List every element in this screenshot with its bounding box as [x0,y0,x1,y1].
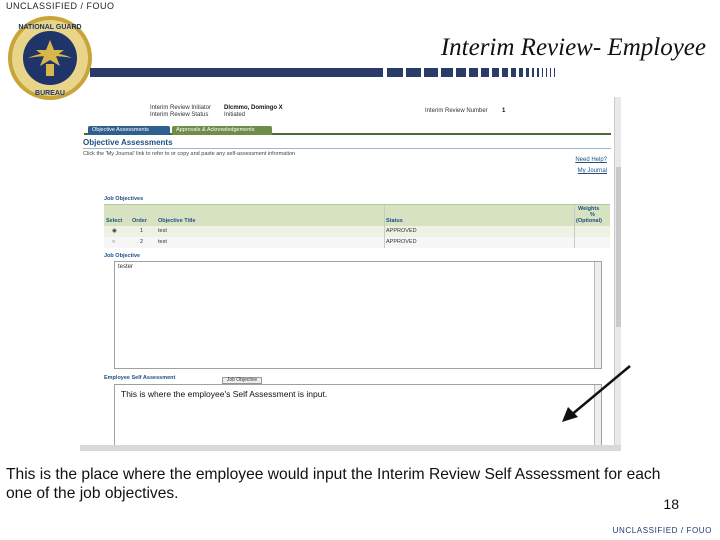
job-objective-label: Job Objective [104,253,141,259]
section-description: Click the 'My Journal' link to refer to … [83,151,296,157]
tab-objective-assessments[interactable]: Objective Assessments [88,126,170,135]
title-cell: test [158,239,167,245]
column-header-order: Order [132,218,147,224]
status-label: Interim Review Status [150,112,209,118]
column-header-status: Status [386,218,403,224]
page-number: 18 [663,496,679,512]
table-row[interactable]: ○ 2 test APPROVED [104,237,610,248]
radio-unselected-icon[interactable]: ○ [112,239,115,245]
initiator-value: Dlcmmo, Domingo X [224,105,283,111]
column-header-weights-optional: (Optional) [576,218,602,224]
job-objective-button[interactable]: Job Objective [222,377,262,384]
title-cell: test [158,228,167,234]
tab-bar: Objective Assessments Approvals & Acknow… [84,126,611,135]
review-number-label: Interim Review Number [425,108,488,114]
need-help-link[interactable]: Need Help? [575,157,607,163]
table-row[interactable]: ◉ 1 test APPROVED [104,226,610,237]
job-objectives-table: Select Order Objective Title Status Weig… [104,204,610,248]
my-journal-link[interactable]: My Journal [578,168,607,174]
review-number-value: 1 [502,108,506,114]
job-objective-textarea[interactable]: tester [114,261,602,369]
title-band [90,68,720,77]
status-cell: APPROVED [386,239,417,245]
order-cell: 1 [140,228,144,234]
textarea-scrollbar[interactable] [594,262,601,368]
svg-text:BUREAU: BUREAU [35,90,65,97]
self-assessment-text: This is where the employee's Self Assess… [121,389,328,399]
slide-title: Interim Review- Employee [440,34,706,61]
status-value: Initiated [224,112,246,118]
svg-text:NATIONAL GUARD: NATIONAL GUARD [18,24,81,31]
app-screenshot: Interim Review Initiator Dlcmmo, Domingo… [80,97,621,451]
classification-marking-top: UNCLASSIFIED / FOUO [6,1,115,11]
column-header-select: Select [106,218,123,224]
column-header-title: Objective Title [158,218,196,224]
tab-approvals-acknowledgements[interactable]: Approvals & Acknowledgements [172,126,272,135]
table-header: Select Order Objective Title Status Weig… [104,204,610,226]
job-objectives-label: Job Objectives [104,196,144,202]
classification-marking-bottom: UNCLASSIFIED / FOUO [612,526,712,535]
section-divider [83,148,611,149]
initiator-label: Interim Review Initiator [150,105,212,111]
slide-caption: This is the place where the employee wou… [6,466,661,502]
horizontal-scrollbar[interactable] [80,445,621,451]
section-title: Objective Assessments [83,138,173,147]
column-header-weights: Weights [578,206,600,212]
radio-selected-icon[interactable]: ◉ [112,228,117,234]
job-objective-text: tester [118,264,134,270]
self-assessment-label: Employee Self Assessment [104,375,176,381]
pointer-arrow-icon [562,365,631,422]
order-cell: 2 [140,239,144,245]
national-guard-bureau-seal-icon: NATIONAL GUARD BUREAU [8,16,92,100]
status-cell: APPROVED [386,228,417,234]
